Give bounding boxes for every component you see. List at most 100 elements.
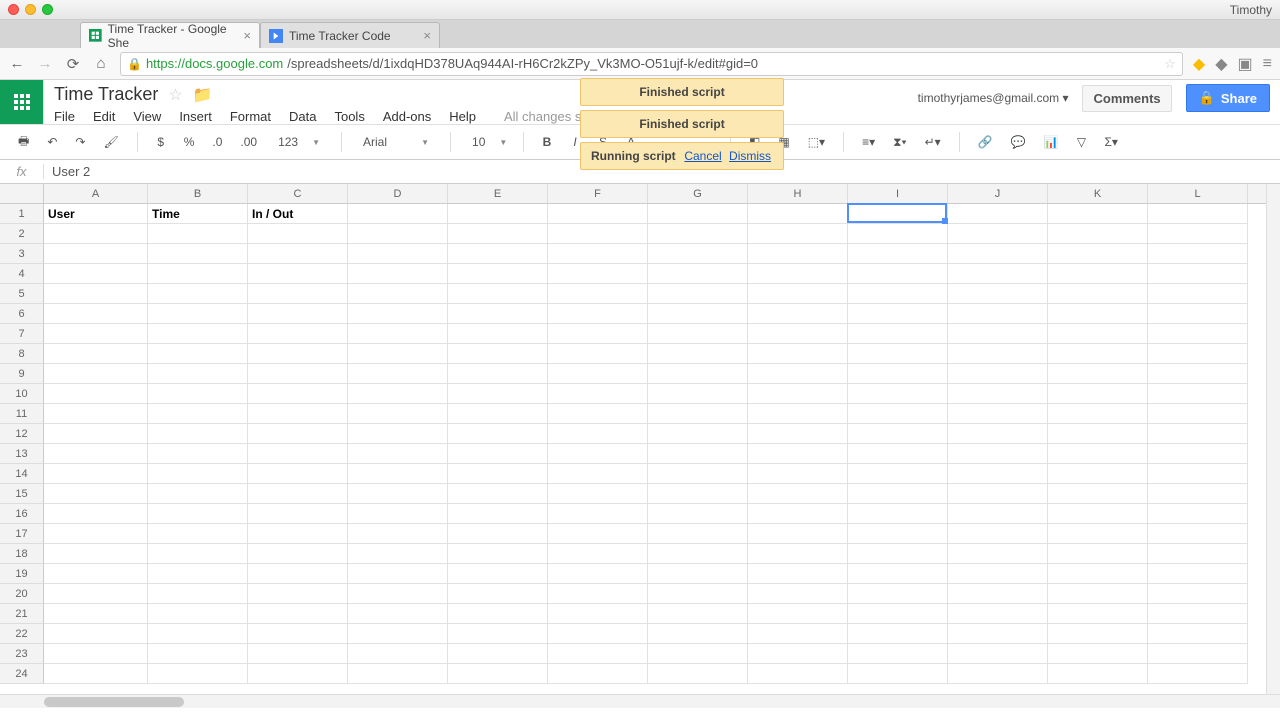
cell[interactable] bbox=[748, 564, 848, 584]
cell[interactable] bbox=[148, 384, 248, 404]
cell[interactable] bbox=[948, 384, 1048, 404]
cell[interactable] bbox=[648, 304, 748, 324]
cell[interactable] bbox=[1148, 424, 1248, 444]
row-header[interactable]: 2 bbox=[0, 224, 44, 244]
cell[interactable] bbox=[1148, 464, 1248, 484]
cell[interactable] bbox=[948, 544, 1048, 564]
cell[interactable] bbox=[848, 264, 948, 284]
cell[interactable] bbox=[948, 604, 1048, 624]
cell[interactable] bbox=[44, 524, 148, 544]
cell[interactable] bbox=[1048, 364, 1148, 384]
cell[interactable] bbox=[648, 464, 748, 484]
cell[interactable] bbox=[448, 444, 548, 464]
cell[interactable] bbox=[748, 284, 848, 304]
cell[interactable] bbox=[948, 204, 1048, 224]
cell[interactable] bbox=[348, 364, 448, 384]
number-format-select[interactable]: 123▼ bbox=[271, 132, 327, 152]
cell[interactable] bbox=[1048, 564, 1148, 584]
toast-dismiss-link[interactable]: Dismiss bbox=[729, 149, 771, 163]
paint-format-icon[interactable]: 🖌 bbox=[99, 132, 122, 152]
cell[interactable] bbox=[44, 284, 148, 304]
menu-addons[interactable]: Add-ons bbox=[383, 109, 431, 124]
row-header[interactable]: 5 bbox=[0, 284, 44, 304]
cell[interactable] bbox=[44, 484, 148, 504]
cell[interactable] bbox=[648, 204, 748, 224]
cell[interactable] bbox=[748, 464, 848, 484]
spreadsheet-grid[interactable]: ABCDEFGHIJKL 1UserTimeIn / OutUser 22345… bbox=[0, 184, 1280, 708]
cell[interactable] bbox=[148, 504, 248, 524]
cell[interactable] bbox=[1048, 664, 1148, 684]
cast-icon[interactable]: ▣ bbox=[1238, 54, 1253, 74]
home-button[interactable]: ⌂ bbox=[92, 55, 110, 73]
cell[interactable] bbox=[1048, 604, 1148, 624]
row-header[interactable]: 3 bbox=[0, 244, 44, 264]
cell[interactable] bbox=[44, 364, 148, 384]
address-bar[interactable]: 🔒 https://docs.google.com/spreadsheets/d… bbox=[120, 52, 1183, 76]
cell[interactable] bbox=[148, 304, 248, 324]
comment-icon[interactable]: 💬 bbox=[1007, 132, 1030, 152]
cell[interactable] bbox=[648, 364, 748, 384]
cell[interactable] bbox=[948, 524, 1048, 544]
cell[interactable] bbox=[848, 404, 948, 424]
cell[interactable] bbox=[1148, 484, 1248, 504]
star-icon[interactable]: ☆ bbox=[168, 85, 182, 105]
cell[interactable] bbox=[348, 244, 448, 264]
cell[interactable] bbox=[548, 504, 648, 524]
cell[interactable] bbox=[148, 604, 248, 624]
cell[interactable] bbox=[248, 264, 348, 284]
folder-icon[interactable]: 📁 bbox=[193, 85, 213, 105]
cell[interactable] bbox=[1048, 584, 1148, 604]
row-header[interactable]: 19 bbox=[0, 564, 44, 584]
cell[interactable] bbox=[248, 464, 348, 484]
cell[interactable] bbox=[648, 324, 748, 344]
cell[interactable] bbox=[948, 304, 1048, 324]
cell[interactable] bbox=[648, 404, 748, 424]
cell[interactable] bbox=[848, 244, 948, 264]
cell[interactable] bbox=[848, 664, 948, 684]
cell[interactable] bbox=[44, 404, 148, 424]
cell[interactable] bbox=[648, 424, 748, 444]
cell[interactable] bbox=[148, 424, 248, 444]
cell[interactable] bbox=[448, 404, 548, 424]
cell[interactable] bbox=[948, 364, 1048, 384]
cell[interactable] bbox=[448, 324, 548, 344]
cell[interactable] bbox=[148, 664, 248, 684]
column-header[interactable]: E bbox=[448, 184, 548, 203]
cell[interactable] bbox=[848, 384, 948, 404]
cell[interactable] bbox=[44, 344, 148, 364]
row-header[interactable]: 14 bbox=[0, 464, 44, 484]
cell[interactable] bbox=[548, 264, 648, 284]
cell[interactable] bbox=[348, 224, 448, 244]
cell[interactable] bbox=[348, 484, 448, 504]
cell[interactable] bbox=[648, 644, 748, 664]
cell[interactable] bbox=[1148, 504, 1248, 524]
cell[interactable] bbox=[248, 664, 348, 684]
cell[interactable] bbox=[948, 244, 1048, 264]
bookmark-star-icon[interactable]: ☆ bbox=[1164, 56, 1176, 72]
cell[interactable] bbox=[44, 464, 148, 484]
comments-button[interactable]: Comments bbox=[1082, 85, 1171, 112]
cell[interactable] bbox=[1148, 304, 1248, 324]
increase-decimal-icon[interactable]: .00 bbox=[236, 132, 261, 152]
row-header[interactable]: 8 bbox=[0, 344, 44, 364]
cell[interactable] bbox=[148, 544, 248, 564]
cell[interactable] bbox=[1148, 544, 1248, 564]
cell[interactable] bbox=[1148, 604, 1248, 624]
cell[interactable] bbox=[848, 424, 948, 444]
cell[interactable] bbox=[448, 304, 548, 324]
cell[interactable] bbox=[748, 644, 848, 664]
cell[interactable] bbox=[848, 644, 948, 664]
row-header[interactable]: 16 bbox=[0, 504, 44, 524]
row-header[interactable]: 12 bbox=[0, 424, 44, 444]
cell[interactable] bbox=[148, 584, 248, 604]
cell[interactable] bbox=[548, 544, 648, 564]
cell[interactable] bbox=[1148, 564, 1248, 584]
cell[interactable] bbox=[348, 464, 448, 484]
column-header[interactable]: J bbox=[948, 184, 1048, 203]
cell[interactable] bbox=[948, 624, 1048, 644]
menu-insert[interactable]: Insert bbox=[179, 109, 212, 124]
menu-data[interactable]: Data bbox=[289, 109, 316, 124]
cell[interactable] bbox=[1048, 624, 1148, 644]
cell[interactable] bbox=[748, 544, 848, 564]
mac-zoom-button[interactable] bbox=[42, 4, 53, 15]
